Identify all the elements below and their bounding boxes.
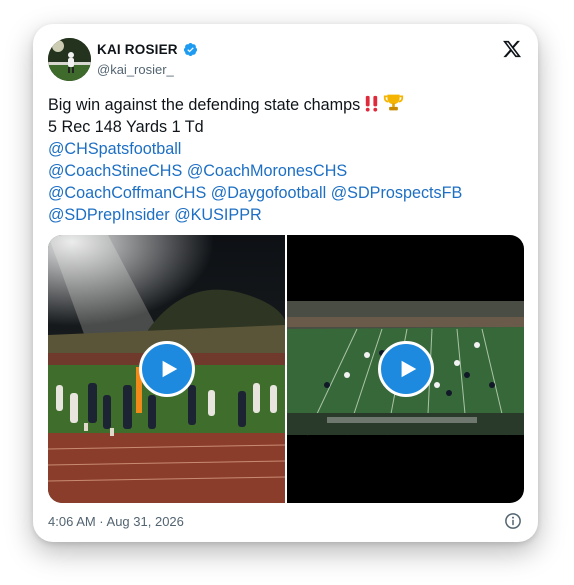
double-exclamation-emoji-icon [366,95,378,112]
tweet-line-1: Big win against the defending state cham… [48,92,526,116]
author-name[interactable]: KAI ROSIER [97,42,178,57]
mention-link[interactable]: @CoachMoronesCHS [187,162,347,180]
mention-link[interactable]: @CHSpatsfootball [48,140,181,158]
play-button[interactable] [138,341,195,397]
avatar-photo [48,38,91,81]
mention-link[interactable]: @SDProspectsFB [331,184,463,202]
play-icon [162,360,177,378]
tweet-text: Big win against the defending state cham… [48,92,526,226]
play-icon [401,360,416,378]
play-button[interactable] [377,341,434,397]
trophy-emoji-icon [384,94,404,111]
author-handle[interactable]: @kai_rosier_ [97,62,174,77]
avatar[interactable] [48,38,91,81]
tweet-headline: Big win against the defending state cham… [48,96,361,114]
tweet-stats-line: 5 Rec 148 Yards 1 Td [48,118,204,136]
mention-link[interactable]: @SDPrepInsider [48,206,170,224]
timestamp[interactable]: 4:06 AM · Aug 31, 2026 [48,514,184,529]
info-icon[interactable] [504,512,522,530]
x-logo-icon[interactable] [502,39,522,59]
mention-link[interactable]: @CoachStineCHS [48,162,182,180]
verified-badge-icon [183,42,197,57]
media-grid [48,235,524,503]
video-thumbnail-2[interactable] [287,235,524,503]
mention-link[interactable]: @CoachCoffmanCHS [48,184,206,202]
tweet-card[interactable]: KAI ROSIER @kai_rosier_ Big win against … [33,24,538,542]
mention-link[interactable]: @KUSIPPR [174,206,262,224]
mention-link[interactable]: @Daygofootball [211,184,326,202]
video-thumbnail-1[interactable] [48,235,285,503]
